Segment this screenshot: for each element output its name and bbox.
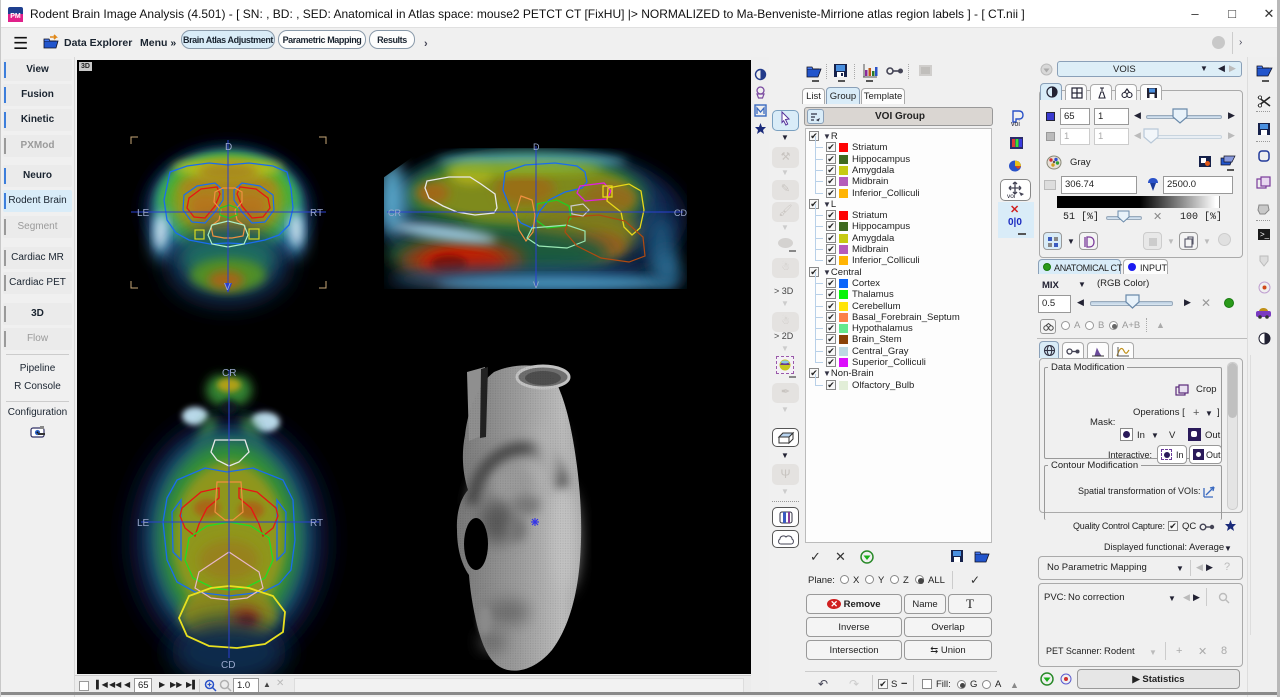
svg-text:CR: CR [222,368,236,379]
svg-text:CD: CD [674,208,687,218]
svg-text:voi: voi [1007,193,1015,199]
svg-text:>_: >_ [1260,230,1270,239]
svg-text:RT: RT [310,208,323,219]
svg-text:CR: CR [388,208,401,218]
svg-text:PM: PM [10,13,21,20]
svg-text:voi: voi [1011,121,1020,127]
svg-text:D: D [225,142,232,153]
svg-text:D: D [533,142,540,152]
svg-text:CD: CD [221,660,235,671]
svg-text:LE: LE [137,208,150,219]
svg-text:V: V [224,282,231,293]
svg-text:RT: RT [310,518,323,529]
svg-text:V: V [533,280,539,290]
svg-text:LE: LE [137,518,150,529]
